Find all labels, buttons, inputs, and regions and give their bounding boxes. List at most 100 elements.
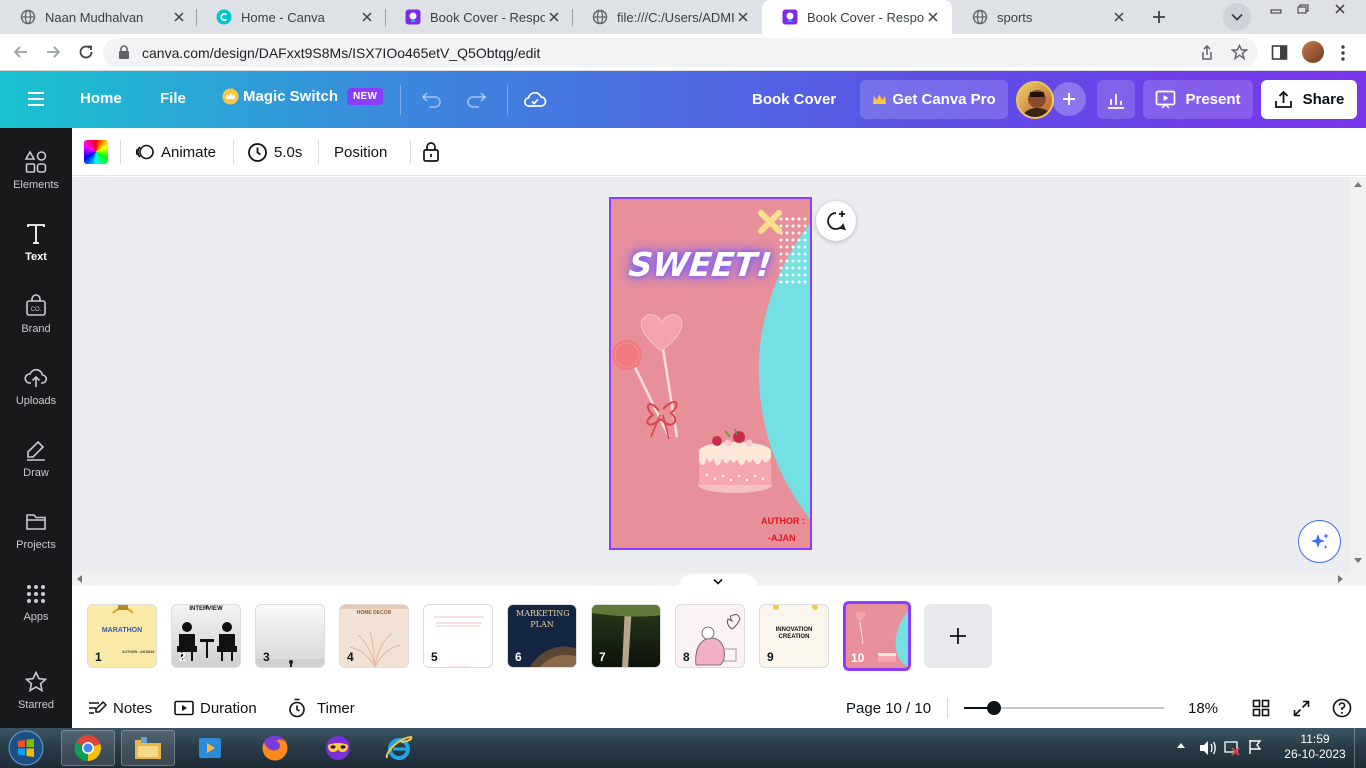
svg-text:CO.: CO. (31, 307, 42, 313)
sidebar-item-uploads[interactable]: Uploads (0, 356, 72, 416)
zoom-percentage[interactable]: 18% (1188, 688, 1218, 728)
page-thumbnail[interactable]: 5 (423, 604, 493, 668)
close-tab-icon[interactable] (924, 8, 942, 26)
invite-member-button[interactable] (1052, 82, 1086, 116)
page-thumbnail[interactable]: MARATHON AUTHOR: -AKSHAY 1 (87, 604, 157, 668)
close-window-button[interactable] (1325, 0, 1355, 18)
taskbar-chrome[interactable] (61, 730, 115, 766)
vertical-scrollbar[interactable] (1350, 177, 1366, 572)
grid-view-button[interactable] (1252, 688, 1270, 728)
user-avatar[interactable] (1016, 81, 1054, 119)
back-button[interactable] (12, 43, 30, 61)
show-desktop-button[interactable] (1354, 728, 1366, 768)
new-tab-button[interactable] (1146, 4, 1172, 30)
browser-menu-button[interactable] (1340, 44, 1346, 62)
close-tab-icon[interactable] (1110, 8, 1128, 26)
system-clock[interactable]: 11:59 26-10-2023 (1282, 732, 1348, 762)
network-icon[interactable] (1224, 740, 1240, 756)
close-tab-icon[interactable] (545, 8, 563, 26)
share-page-icon[interactable] (1198, 44, 1215, 61)
page-thumbnail[interactable]: INNOVATION CREATION 9 (759, 604, 829, 668)
taskbar-media-player[interactable] (183, 730, 237, 766)
design-page[interactable]: SWEET! AUTHOR : -AJAN (609, 197, 812, 550)
reload-button[interactable] (77, 43, 95, 61)
page-thumbnail[interactable]: 7 (591, 604, 661, 668)
close-tab-icon[interactable] (734, 8, 752, 26)
duration-button[interactable]: 5.0s (247, 128, 302, 176)
help-button[interactable] (1332, 688, 1352, 728)
design-author-label[interactable]: AUTHOR : (761, 516, 805, 526)
present-button[interactable]: Present (1143, 80, 1253, 119)
design-headline[interactable]: SWEET! (627, 245, 774, 284)
scroll-down-icon[interactable] (1354, 558, 1362, 564)
bookmark-star-icon[interactable] (1231, 44, 1248, 61)
profile-avatar[interactable] (1302, 41, 1324, 63)
undo-button[interactable] (420, 89, 442, 109)
close-tab-icon[interactable] (170, 8, 188, 26)
timer-button[interactable]: Timer (288, 688, 355, 728)
fullscreen-button[interactable] (1293, 688, 1310, 728)
insights-button[interactable] (1097, 80, 1135, 119)
background-color-button[interactable] (84, 128, 108, 176)
browser-tab[interactable]: file:///C:/Users/ADMIN/ (572, 0, 762, 34)
lock-button[interactable] (422, 128, 440, 176)
show-hidden-icons-button[interactable] (1176, 742, 1186, 749)
page-thumbnail-active[interactable]: 10 (843, 601, 911, 671)
close-tab-icon[interactable] (358, 8, 376, 26)
browser-tab[interactable]: Naan Mudhalvan (0, 0, 198, 34)
page-indicator[interactable]: Page 10 / 10 (846, 688, 931, 728)
taskbar-file-explorer[interactable] (121, 730, 175, 766)
cloud-saved-button[interactable] (523, 88, 547, 110)
browser-tab-active[interactable]: Book Cover - Responsi (762, 0, 952, 34)
main-menu-button[interactable] (27, 91, 45, 107)
zoom-slider[interactable] (964, 701, 1164, 715)
share-button[interactable]: Share (1261, 80, 1357, 119)
forward-button[interactable] (44, 43, 62, 61)
add-comment-button[interactable] (816, 201, 856, 241)
sidebar-item-draw[interactable]: Draw (0, 428, 72, 488)
get-canva-pro-button[interactable]: Get Canva Pro (860, 80, 1008, 119)
address-bar[interactable]: canva.com/design/DAFxxt9S8Ms/ISX7IOo465e… (103, 38, 1258, 67)
taskbar-mask-app[interactable] (311, 730, 365, 766)
notes-button[interactable]: Notes (88, 688, 152, 728)
flag-icon[interactable] (1248, 739, 1262, 755)
browser-tab[interactable]: sports (952, 0, 1138, 34)
scroll-up-icon[interactable] (1354, 181, 1362, 187)
browser-tab[interactable]: Book Cover - Responsi (385, 0, 573, 34)
page-thumbnail[interactable]: INTERVIEW 2 (171, 604, 241, 668)
page-thumbnail[interactable]: 3 (255, 604, 325, 668)
sidebar-item-starred[interactable]: Starred (0, 660, 72, 720)
magic-assistant-button[interactable] (1298, 520, 1341, 563)
start-button[interactable] (0, 730, 52, 766)
volume-icon[interactable] (1199, 740, 1217, 756)
taskbar-internet-explorer[interactable] (372, 730, 426, 766)
scroll-left-icon[interactable] (76, 575, 82, 583)
side-panel-button[interactable] (1271, 44, 1288, 61)
sidebar-item-text[interactable]: Text (0, 212, 72, 272)
position-button[interactable]: Position (334, 128, 387, 176)
magic-switch-button[interactable]: Magic Switch NEW (222, 88, 384, 105)
sidebar-item-brand[interactable]: CO. Brand (0, 284, 72, 344)
design-author-name[interactable]: -AJAN (768, 533, 796, 543)
redo-button[interactable] (466, 89, 488, 109)
collapse-pages-button[interactable] (678, 574, 758, 588)
home-button[interactable]: Home (80, 90, 122, 107)
sidebar-item-elements[interactable]: Elements (0, 140, 72, 200)
minimize-window-button[interactable] (1262, 0, 1290, 18)
sidebar-item-projects[interactable]: Projects (0, 500, 72, 560)
page-thumbnail[interactable]: MARKETING PLAN 6 (507, 604, 577, 668)
animate-button[interactable]: Animate (135, 128, 216, 176)
document-title[interactable]: Book Cover (752, 91, 836, 108)
sidebar-item-apps[interactable]: Apps (0, 572, 72, 632)
restore-window-button[interactable] (1289, 0, 1317, 18)
duration-footer-button[interactable]: Duration (174, 688, 257, 728)
add-page-button[interactable] (924, 604, 992, 668)
page-thumbnail[interactable]: 8 (675, 604, 745, 668)
scroll-right-icon[interactable] (1338, 575, 1344, 583)
page-thumbnail[interactable]: HOME DECOR 4 (339, 604, 409, 668)
taskbar-firefox[interactable] (248, 730, 302, 766)
zoom-slider-handle[interactable] (987, 701, 1001, 715)
browser-tab[interactable]: Home - Canva (196, 0, 386, 34)
tab-search-button[interactable] (1223, 3, 1251, 31)
file-menu-button[interactable]: File (160, 90, 186, 107)
